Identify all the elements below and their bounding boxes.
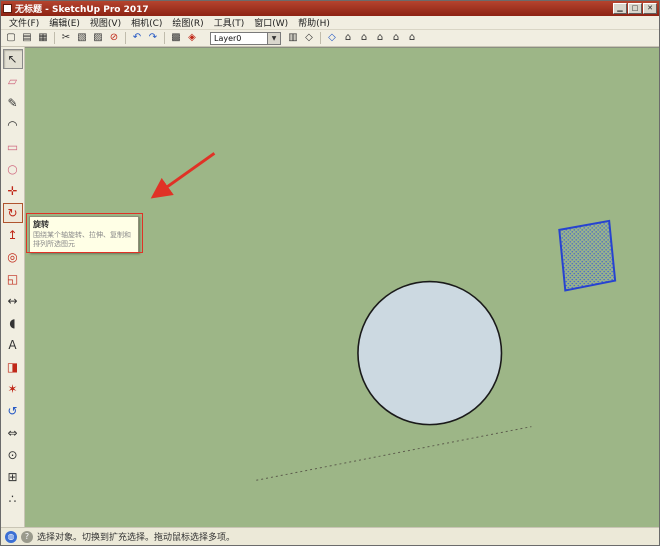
- open-icon[interactable]: ▤: [19, 31, 35, 46]
- redo-icon[interactable]: ↷: [145, 31, 161, 46]
- minimize-button[interactable]: ▁: [613, 3, 627, 14]
- menu-item-edit[interactable]: 编辑(E): [44, 16, 85, 29]
- tool-protractor[interactable]: ◖: [3, 313, 23, 333]
- tool-arc[interactable]: ◠: [3, 115, 23, 135]
- selected-square-shape[interactable]: [558, 219, 617, 292]
- save-icon[interactable]: ▦: [35, 31, 51, 46]
- tool-orbit[interactable]: ↺: [3, 401, 23, 421]
- status-bar: ◍ ? 选择对象。切换到扩充选择。拖动鼠标选择多项。: [1, 527, 659, 545]
- toolbar-separator: [164, 32, 165, 44]
- tool-select[interactable]: ↖: [2, 49, 23, 69]
- pan-icon: ⇔: [7, 426, 18, 440]
- new-icon[interactable]: ▢: [3, 31, 19, 46]
- sketchup-window: 无标题 - SketchUp Pro 2017 ▁ □ ✕ 文件(F) 编辑(E…: [0, 0, 660, 546]
- front-view-icon[interactable]: ⌂: [356, 31, 372, 46]
- tool-rotate[interactable]: ↻: [2, 203, 23, 223]
- menu-item-window[interactable]: 窗口(W): [249, 16, 293, 29]
- tool-circle[interactable]: ○: [3, 159, 23, 179]
- move-icon: ✛: [7, 184, 18, 198]
- walk-icon: ∴: [8, 492, 17, 506]
- window-title: 无标题 - SketchUp Pro 2017: [15, 5, 149, 15]
- pencil-icon: ✎: [7, 96, 18, 110]
- dotted-guide-line[interactable]: [256, 426, 532, 481]
- tool-pan[interactable]: ⇔: [3, 423, 23, 443]
- tool-rectangle[interactable]: ▭: [3, 137, 23, 157]
- toolbar-separator: [125, 32, 126, 44]
- tool-zoom-extents[interactable]: ⊞: [3, 467, 23, 487]
- orbit-icon: ↺: [7, 404, 18, 418]
- tool-tape-measure[interactable]: ↔: [3, 291, 23, 311]
- left-view-icon[interactable]: ⌂: [404, 31, 420, 46]
- tool-offset[interactable]: ◎: [3, 247, 23, 267]
- layer-manager-icon[interactable]: ▥: [285, 31, 301, 46]
- tool-line[interactable]: ✎: [3, 93, 23, 113]
- protractor-icon: ◖: [9, 316, 16, 330]
- tool-axes[interactable]: ✶: [3, 379, 23, 399]
- scale-icon: ◱: [6, 272, 19, 286]
- circle-icon: ○: [7, 162, 18, 176]
- print-icon[interactable]: ▩: [168, 31, 184, 46]
- maximize-button[interactable]: □: [628, 3, 642, 14]
- toolbar-separator: [54, 32, 55, 44]
- top-toolbar: ▢ ▤ ▦ ✂ ▧ ▨ ⊘ ↶ ↷ ▩ ◈ Layer0 ▼ ▥ ◇ ◇ ⌂ ⌂…: [1, 30, 659, 47]
- layer-dropdown-value[interactable]: Layer0: [210, 31, 268, 45]
- modeling-canvas[interactable]: [25, 47, 659, 527]
- tooltip-description: 围绕某个轴旋转、拉伸、复制和排列所选图元: [33, 231, 131, 249]
- iso-view-icon[interactable]: ◇: [324, 31, 340, 46]
- tape-measure-icon: ↔: [7, 294, 18, 308]
- select-icon: ↖: [7, 52, 18, 66]
- rotate-tooltip: 旋转 围绕某个轴旋转、拉伸、复制和排列所选图元: [29, 216, 139, 254]
- canvas-drawing: [150, 152, 617, 481]
- erase-icon[interactable]: ⊘: [106, 31, 122, 46]
- help-icon[interactable]: ?: [21, 530, 33, 543]
- model-info-icon[interactable]: ◈: [184, 31, 200, 46]
- menu-item-draw[interactable]: 绘图(R): [167, 16, 208, 29]
- push-pull-icon: ↥: [7, 228, 18, 242]
- status-text: 选择对象。切换到扩充选择。拖动鼠标选择多项。: [37, 533, 236, 543]
- offset-icon: ◎: [7, 250, 18, 264]
- menu-item-file[interactable]: 文件(F): [4, 16, 44, 29]
- top-view-icon[interactable]: ⌂: [340, 31, 356, 46]
- arc-icon: ◠: [7, 118, 18, 132]
- circle-shape[interactable]: [357, 280, 503, 426]
- paste-icon[interactable]: ▨: [90, 31, 106, 46]
- rotate-icon: ↻: [7, 206, 18, 220]
- chevron-down-icon[interactable]: ▼: [268, 31, 281, 45]
- text-icon: A: [8, 338, 17, 352]
- tool-text[interactable]: A: [3, 335, 23, 355]
- zoom-icon: ⊙: [7, 448, 18, 462]
- axes-icon: ✶: [7, 382, 18, 396]
- tool-push-pull[interactable]: ↥: [3, 225, 23, 245]
- menu-item-camera[interactable]: 相机(C): [126, 16, 167, 29]
- back-view-icon[interactable]: ⌂: [388, 31, 404, 46]
- components-icon[interactable]: ◇: [301, 31, 317, 46]
- undo-icon[interactable]: ↶: [129, 31, 145, 46]
- tool-eraser[interactable]: ▱: [3, 71, 23, 91]
- zoom-extents-icon: ⊞: [7, 470, 18, 484]
- tool-paint-bucket[interactable]: ◨: [3, 357, 23, 377]
- eraser-icon: ▱: [7, 74, 18, 88]
- title-bar: 无标题 - SketchUp Pro 2017 ▁ □ ✕: [1, 1, 659, 16]
- tooltip-title: 旋转: [33, 220, 49, 229]
- menu-item-tools[interactable]: 工具(T): [209, 16, 250, 29]
- annotation-arrow: [150, 152, 216, 199]
- right-view-icon[interactable]: ⌂: [372, 31, 388, 46]
- menu-bar: 文件(F) 编辑(E) 视图(V) 相机(C) 绘图(R) 工具(T) 窗口(W…: [1, 16, 659, 30]
- tool-zoom[interactable]: ⊙: [3, 445, 23, 465]
- left-tool-palette: ↖ ▱ ✎ ◠ ▭ ○ ✛ ↻ ↥ ◎ ◱ ↔ ◖ A ◨ ✶ ↺ ⇔ ⊙ ⊞ …: [1, 47, 25, 527]
- menu-item-view[interactable]: 视图(V): [85, 16, 126, 29]
- rectangle-icon: ▭: [6, 140, 19, 154]
- menu-item-help[interactable]: 帮助(H): [293, 16, 335, 29]
- toolbar-separator: [320, 32, 321, 44]
- close-button[interactable]: ✕: [643, 3, 657, 14]
- geolocation-icon[interactable]: ◍: [5, 530, 17, 543]
- tool-scale[interactable]: ◱: [3, 269, 23, 289]
- paint-bucket-icon: ◨: [6, 360, 19, 374]
- layer-dropdown[interactable]: Layer0 ▼: [210, 31, 281, 45]
- copy-icon[interactable]: ▧: [74, 31, 90, 46]
- cut-icon[interactable]: ✂: [58, 31, 74, 46]
- tool-walk[interactable]: ∴: [3, 489, 23, 509]
- app-icon: [3, 4, 12, 13]
- tool-move[interactable]: ✛: [3, 181, 23, 201]
